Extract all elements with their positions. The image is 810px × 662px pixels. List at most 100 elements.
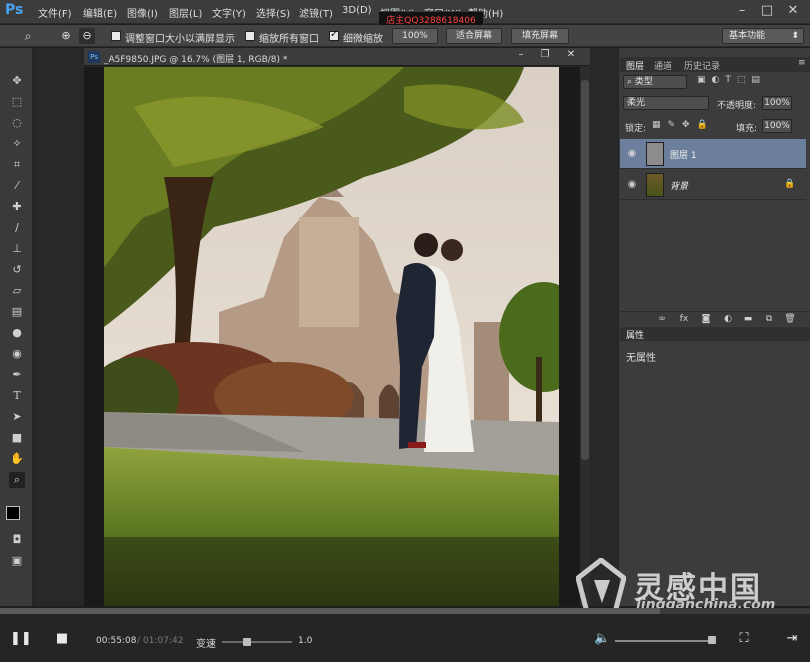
resize-windows-checkbox[interactable]	[111, 31, 121, 41]
path-selection-icon[interactable]: ➤	[9, 409, 25, 425]
scrollbar-thumb[interactable]	[581, 80, 589, 460]
menu-3d[interactable]: 3D(D)	[342, 5, 372, 16]
eye-icon[interactable]: ◉	[626, 179, 638, 191]
maximize-icon[interactable]: □	[757, 2, 777, 20]
healing-brush-icon[interactable]: ✚	[9, 199, 25, 215]
minimize-icon[interactable]: –	[732, 2, 752, 20]
wedding-photo	[104, 67, 559, 606]
quick-mask-icon[interactable]: ◘	[9, 532, 25, 548]
stop-icon[interactable]: ■	[54, 631, 70, 647]
panel-menu-icon[interactable]: ≡	[798, 58, 806, 68]
menu-edit[interactable]: 编辑(E)	[83, 5, 117, 20]
tab-history[interactable]: 历史记录	[684, 59, 720, 72]
clone-stamp-icon[interactable]: ⊥	[9, 241, 25, 257]
layer-filter-icons[interactable]: ▣◐T⬚▤	[697, 75, 797, 89]
pen-icon[interactable]: ✒	[9, 367, 25, 383]
menu-file[interactable]: 文件(F)	[38, 5, 72, 20]
fx-icon[interactable]: fx	[678, 313, 690, 325]
move-icon[interactable]: ✥	[9, 73, 25, 89]
foreground-color-swatch[interactable]	[6, 506, 20, 520]
document-tab[interactable]: Ps _A5F9850.JPG @ 16.7% (图层 1, RGB/8) * …	[84, 48, 590, 66]
zoom-all-windows-checkbox[interactable]	[245, 31, 255, 41]
blur-icon[interactable]: ●	[9, 325, 25, 341]
trash-icon[interactable]: 🗑	[784, 313, 796, 325]
screen-mode-icon[interactable]: ▣	[9, 553, 25, 569]
opacity-input[interactable]: 100%	[762, 96, 792, 110]
gradient-icon[interactable]: ▤	[9, 304, 25, 320]
layer-thumbnail	[646, 173, 664, 197]
resize-windows-label: 调整窗口大小以满屏显示	[125, 34, 235, 45]
new-layer-icon[interactable]: ⧉	[763, 313, 775, 325]
layer-thumbnail	[646, 142, 664, 166]
tab-channels[interactable]: 通道	[654, 59, 672, 72]
workspace-select[interactable]: 基本功能 ⬍	[722, 28, 804, 44]
document-title: _A5F9850.JPG @ 16.7% (图层 1, RGB/8) *	[104, 55, 288, 65]
hand-icon[interactable]: ✋	[9, 451, 25, 467]
blend-mode-select[interactable]: 柔光	[623, 96, 709, 110]
fullscreen-icon[interactable]: ⛶	[736, 631, 752, 647]
properties-panel-header: 属性	[620, 327, 810, 341]
zoom-icon[interactable]: ⌕	[9, 472, 25, 488]
mask-icon[interactable]: ◙	[700, 313, 712, 325]
lock-icon: 🔒	[784, 179, 796, 189]
magic-wand-icon[interactable]: ✧	[9, 136, 25, 152]
menu-filter[interactable]: 滤镜(T)	[299, 5, 333, 20]
exit-icon[interactable]: ⇥	[784, 631, 800, 647]
opacity-label: 不透明度:	[717, 101, 757, 111]
close-icon[interactable]: ✕	[783, 2, 803, 20]
doc-close-icon[interactable]: ✕	[562, 49, 580, 64]
eraser-icon[interactable]: ▱	[9, 283, 25, 299]
menu-image[interactable]: 图像(I)	[127, 5, 158, 20]
layer-row[interactable]: ◉ 图层 1	[620, 139, 806, 169]
layers-panel-footer: ∞ fx ◙ ◐ ▬ ⧉ 🗑	[620, 311, 810, 326]
layer-row[interactable]: ◉ 背景 🔒	[620, 170, 806, 200]
eyedropper-icon[interactable]: ⁄	[9, 178, 25, 194]
speed-value: 1.0	[298, 636, 313, 646]
actual-pixels-button[interactable]: 100%	[392, 28, 438, 44]
doc-minimize-icon[interactable]: –	[512, 49, 530, 64]
speed-slider-track[interactable]	[222, 641, 292, 643]
type-icon[interactable]: T	[9, 388, 25, 404]
ps-file-icon: Ps	[88, 51, 100, 63]
volume-slider-knob[interactable]	[708, 636, 716, 644]
total-time: 01:07:42	[143, 636, 184, 646]
doc-restore-icon[interactable]: ❐	[536, 49, 554, 64]
rectangle-icon[interactable]: ■	[9, 430, 25, 446]
menu-type[interactable]: 文字(Y)	[212, 5, 246, 20]
zoom-out-icon[interactable]: ⊖	[79, 28, 95, 44]
canvas-photo[interactable]	[104, 67, 559, 606]
menu-select[interactable]: 选择(S)	[256, 5, 290, 20]
eye-icon[interactable]: ◉	[626, 148, 638, 160]
chevron-down-icon: ⬍	[791, 31, 799, 41]
history-brush-icon[interactable]: ↺	[9, 262, 25, 278]
speed-slider-knob[interactable]	[243, 638, 251, 646]
crop-icon[interactable]: ⌗	[9, 157, 25, 173]
blend-mode-label: 柔光	[627, 98, 646, 108]
pause-icon[interactable]: ❚❚	[10, 631, 32, 647]
lasso-icon[interactable]: ◌	[9, 115, 25, 131]
lock-icons[interactable]: ▦✎✥🔒	[652, 120, 715, 130]
search-icon: ⌕	[627, 77, 635, 87]
scrubby-zoom-checkbox[interactable]	[329, 29, 339, 41]
link-icon[interactable]: ∞	[656, 313, 668, 325]
menu-layer[interactable]: 图层(L)	[169, 5, 202, 20]
workspace-label: 基本功能	[729, 31, 766, 41]
fit-screen-button[interactable]: 适合屏幕	[446, 28, 502, 44]
fill-screen-button[interactable]: 填充屏幕	[511, 28, 569, 44]
brush-icon[interactable]: ∕	[9, 220, 25, 236]
group-icon[interactable]: ▬	[742, 313, 754, 325]
zoom-in-icon[interactable]: ⊕	[58, 28, 74, 44]
tab-layers[interactable]: 图层	[626, 59, 644, 72]
marquee-icon[interactable]: ⬚	[9, 94, 25, 110]
tab-properties[interactable]: 属性	[626, 328, 644, 341]
layer-filter-select[interactable]: ⌕ 类型	[623, 75, 687, 89]
volume-slider-track[interactable]	[615, 640, 715, 642]
current-time: 00:55:08	[96, 636, 137, 646]
adjustment-icon[interactable]: ◐	[722, 313, 734, 325]
fill-input[interactable]: 100%	[762, 119, 792, 133]
dodge-icon[interactable]: ◉	[9, 346, 25, 362]
zoom-tool-preset-icon[interactable]: ⌕	[20, 28, 36, 44]
volume-icon[interactable]: 🔈	[594, 631, 610, 647]
fill-label: 填充:	[736, 124, 758, 134]
lock-label: 锁定:	[625, 124, 647, 134]
